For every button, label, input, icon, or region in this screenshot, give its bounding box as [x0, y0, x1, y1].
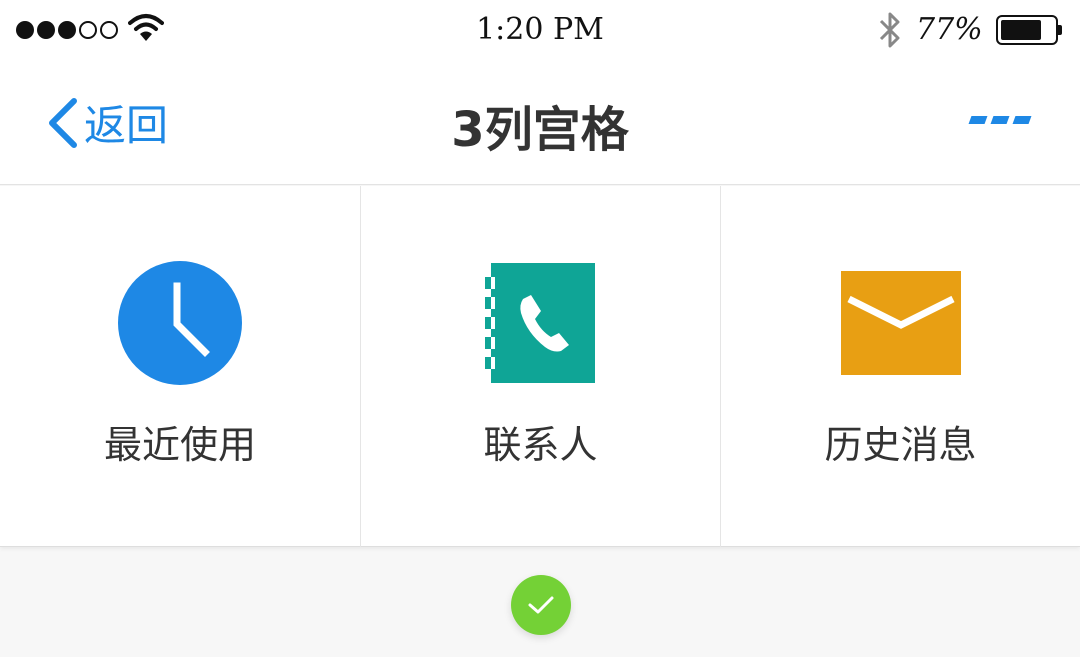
battery-fill	[1001, 20, 1041, 40]
grid-item-label: 联系人	[483, 423, 598, 467]
status-bar: 1:20 PM 77%	[0, 0, 1080, 60]
bluetooth-icon	[879, 12, 900, 48]
page-title: 3列宫格	[451, 102, 629, 158]
envelope-icon	[836, 258, 966, 388]
grid-item-history-messages[interactable]: 历史消息	[720, 186, 1080, 547]
grid-item-label: 历史消息	[824, 423, 977, 467]
contacts-book-icon	[476, 258, 606, 388]
battery-percent: 77%	[916, 12, 983, 47]
clock-icon	[115, 258, 245, 388]
grid-3-columns: 最近使用 联系人 历史消息	[0, 186, 1080, 547]
check-icon	[528, 596, 554, 614]
more-dot	[1012, 116, 1032, 124]
more-dots-icon[interactable]	[968, 116, 1036, 124]
battery-icon	[996, 15, 1062, 45]
check-button[interactable]	[511, 575, 571, 635]
grid-item-contacts[interactable]: 联系人	[360, 186, 720, 547]
navigation-bar: 返回 3列宫格	[0, 60, 1080, 185]
more-dot	[990, 116, 1010, 124]
battery-nub	[1058, 25, 1062, 35]
grid-item-label: 最近使用	[103, 423, 256, 467]
grid-item-recent[interactable]: 最近使用	[0, 186, 360, 547]
more-dot	[968, 116, 988, 124]
